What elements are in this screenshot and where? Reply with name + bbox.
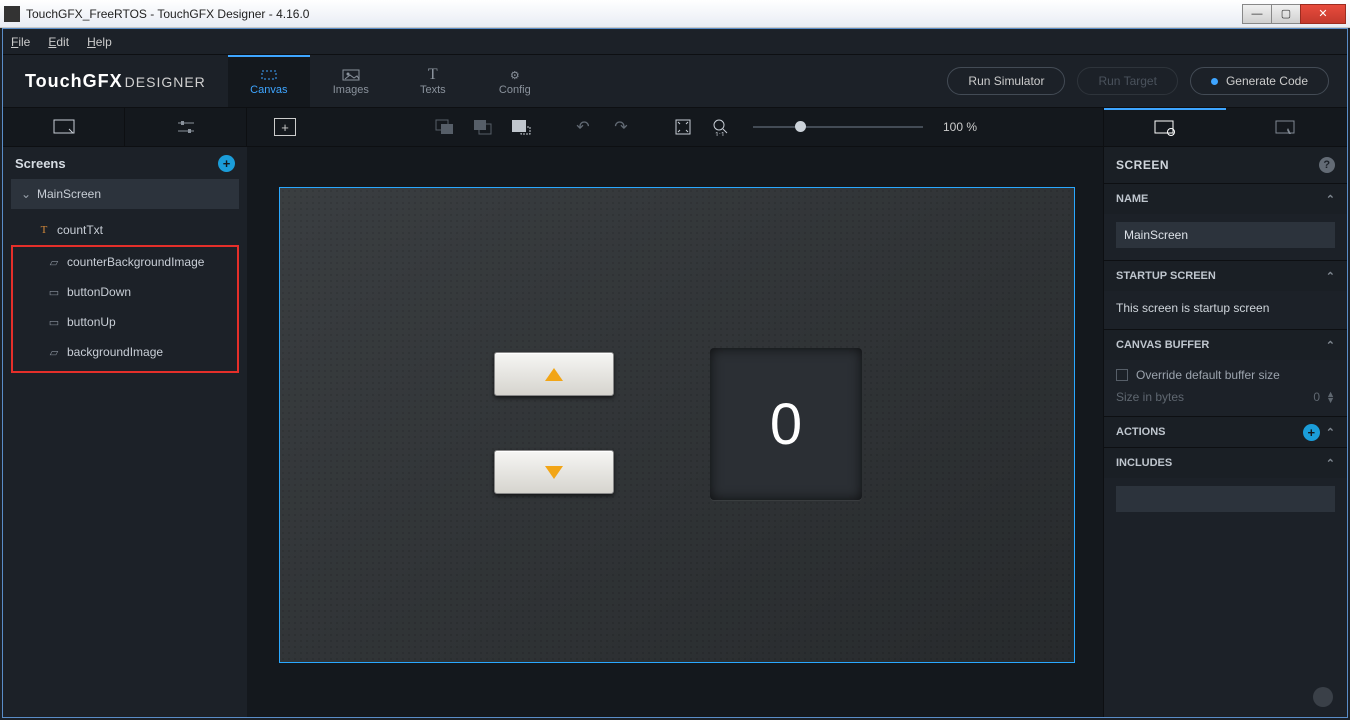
fit-icon[interactable] [507, 116, 535, 138]
size-label: Size in bytes [1116, 390, 1184, 404]
button-icon: ▭ [47, 286, 61, 298]
app-logo: TouchGFXDESIGNER [3, 71, 228, 92]
section-startup-header: STARTUP SCREEN [1116, 270, 1216, 282]
menu-file[interactable]: File [11, 35, 30, 49]
window-titlebar: TouchGFX_FreeRTOS - TouchGFX Designer - … [0, 0, 1350, 28]
inspector-title: SCREEN [1116, 158, 1169, 172]
images-icon [342, 68, 360, 82]
monitor-gear-icon [1154, 120, 1176, 136]
maximize-button[interactable]: ▢ [1271, 4, 1301, 24]
startup-note: This screen is startup screen [1116, 299, 1335, 317]
chat-bubble-icon[interactable] [1313, 687, 1333, 707]
screens-heading: Screens [15, 156, 66, 171]
undo-icon[interactable]: ↶ [569, 116, 597, 138]
inspector-tab-properties[interactable] [1104, 108, 1226, 146]
section-actions-header: ACTIONS [1116, 426, 1166, 438]
tab-images[interactable]: Images [310, 55, 392, 107]
touch-icon [1275, 120, 1297, 136]
send-back-icon[interactable] [431, 116, 459, 138]
chevron-up-icon[interactable]: ⌃ [1326, 339, 1335, 352]
includes-input[interactable] [1116, 486, 1335, 512]
section-canvasbuffer-header: CANVAS BUFFER [1116, 339, 1209, 351]
selection-highlight: ▱ counterBackgroundImage ▭ buttonDown ▭ … [11, 245, 239, 373]
size-value: 0 [1313, 390, 1320, 404]
app-icon [4, 6, 20, 22]
help-icon[interactable]: ? [1319, 157, 1335, 173]
button-down-widget[interactable] [494, 450, 614, 494]
counter-display[interactable]: 0 [710, 348, 862, 500]
left-sidebar: Screens + ⌄ MainScreen T countTxt ▱ coun… [3, 147, 247, 717]
menu-edit[interactable]: Edit [48, 35, 69, 49]
image-icon: ▱ [47, 346, 61, 358]
menubar: File Edit Help [3, 29, 1347, 55]
inspector-panel: SCREEN ? NAME ⌃ STARTUP SCREEN ⌃ This scre… [1103, 147, 1347, 717]
chevron-up-icon[interactable]: ⌃ [1326, 457, 1335, 470]
size-spinner[interactable]: ▲▼ [1326, 391, 1335, 403]
add-screen-button[interactable]: + [218, 155, 235, 172]
tab-canvas[interactable]: Canvas [228, 55, 310, 107]
bring-front-icon[interactable] [469, 116, 497, 138]
canvas-icon [260, 68, 278, 82]
tree-widget-item[interactable]: ▱ counterBackgroundImage [13, 247, 237, 277]
toolbar-mode-controls[interactable] [125, 108, 247, 146]
close-button[interactable]: ✕ [1300, 4, 1346, 24]
minimize-button[interactable]: — [1242, 4, 1272, 24]
sliders-icon [175, 119, 197, 135]
run-simulator-button[interactable]: Run Simulator [947, 67, 1065, 95]
add-widget-button[interactable]: + [265, 107, 305, 147]
chevron-up-icon[interactable]: ⌃ [1326, 270, 1335, 283]
button-icon: ▭ [47, 316, 61, 328]
canvas-frame[interactable]: 0 [279, 187, 1075, 663]
texts-icon: T [424, 68, 442, 82]
generate-code-button[interactable]: Generate Code [1190, 67, 1329, 95]
tree-screen-item[interactable]: ⌄ MainScreen [11, 179, 239, 209]
chevron-down-icon: ⌄ [21, 187, 31, 201]
button-up-widget[interactable] [494, 352, 614, 396]
redo-icon[interactable]: ↷ [607, 116, 635, 138]
override-buffer-checkbox[interactable]: Override default buffer size [1116, 368, 1335, 382]
run-target-button[interactable]: Run Target [1077, 67, 1177, 95]
tree-widget-item[interactable]: ▱ backgroundImage [13, 337, 237, 367]
config-icon: ⚙ [506, 68, 524, 82]
zoom-reset-icon[interactable]: 1:1 [707, 116, 735, 138]
tree-widget-item[interactable]: ▭ buttonDown [13, 277, 237, 307]
screen-icon [53, 119, 75, 135]
chevron-up-icon[interactable]: ⌃ [1326, 193, 1335, 206]
triangle-up-icon [545, 368, 563, 381]
screen-name-input[interactable] [1116, 222, 1335, 248]
zoom-slider[interactable] [753, 126, 923, 128]
svg-text:1:1: 1:1 [715, 132, 725, 136]
chevron-up-icon[interactable]: ⌃ [1326, 426, 1335, 439]
menu-help[interactable]: Help [87, 35, 112, 49]
triangle-down-icon [545, 466, 563, 479]
image-icon: ▱ [47, 256, 61, 268]
zoom-value: 100 % [943, 120, 977, 134]
section-name-header: NAME [1116, 193, 1148, 205]
inspector-tab-interactions[interactable] [1226, 108, 1348, 146]
tree-widget-item[interactable]: ▭ buttonUp [13, 307, 237, 337]
section-includes-header: INCLUDES [1116, 457, 1172, 469]
canvas-viewport[interactable]: 0 [247, 147, 1103, 717]
expand-icon[interactable] [669, 116, 697, 138]
window-title: TouchGFX_FreeRTOS - TouchGFX Designer - … [26, 7, 1243, 21]
tree-widget-item[interactable]: T countTxt [3, 215, 247, 245]
toolbar-mode-canvas[interactable] [3, 108, 125, 146]
tab-config[interactable]: ⚙ Config [474, 55, 556, 107]
text-icon: T [37, 224, 51, 236]
add-action-button[interactable]: + [1303, 424, 1320, 441]
tab-texts[interactable]: T Texts [392, 55, 474, 107]
